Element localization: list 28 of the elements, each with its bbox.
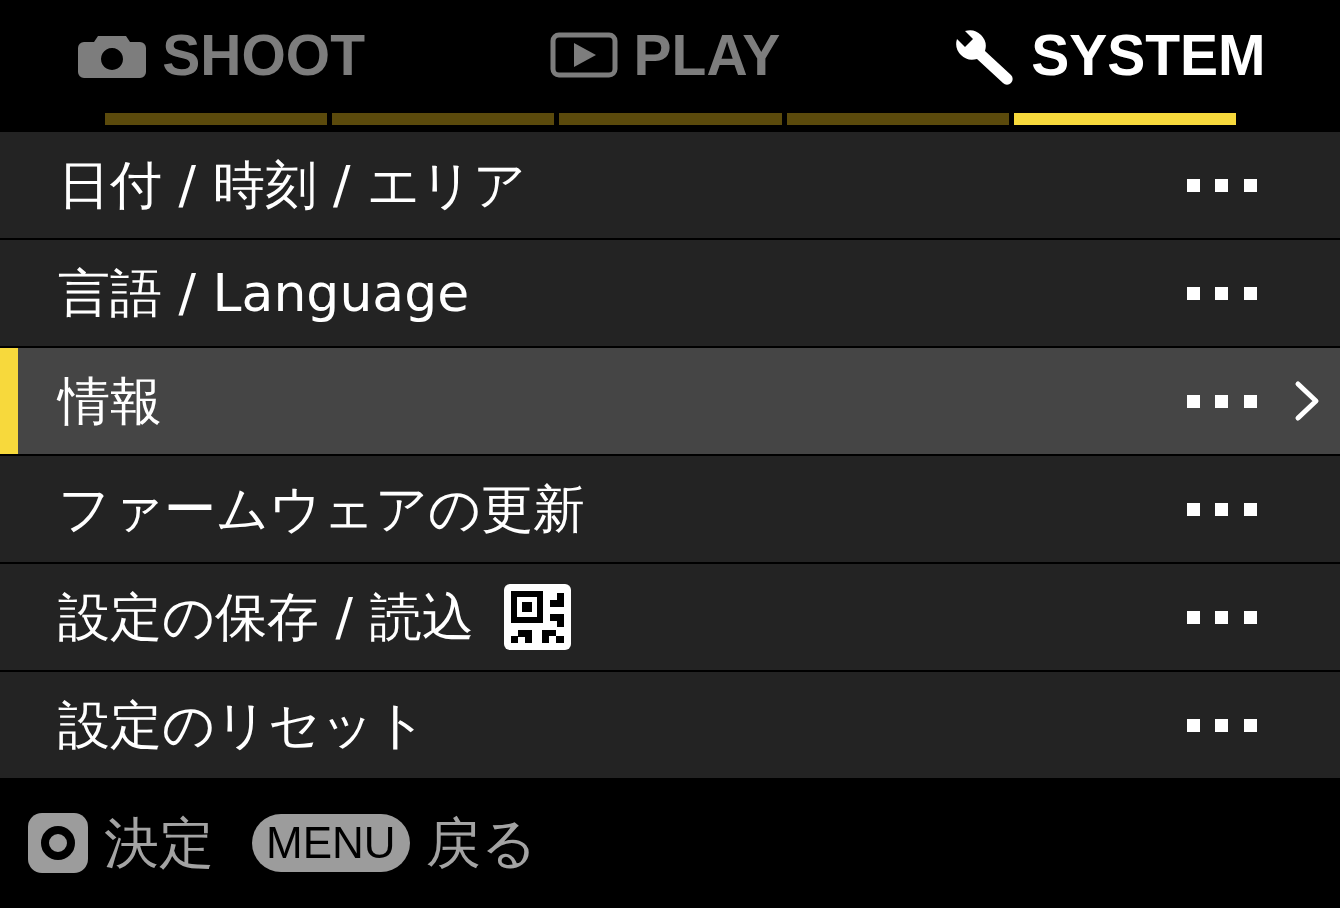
menu-row[interactable]: 言語 / Language <box>0 240 1340 346</box>
menu-key: MENU <box>252 814 410 872</box>
dots-icon <box>1187 610 1257 624</box>
menu-item-label: 設定の保存 / 読込 <box>58 585 474 649</box>
hint-label: 戻る <box>425 810 537 876</box>
menu-tab[interactable]: PLAY <box>545 24 785 86</box>
dots-icon <box>1187 502 1257 516</box>
chevron-right-icon <box>1294 380 1320 422</box>
dots-icon <box>1187 718 1257 732</box>
hint-label: 決定 <box>104 810 214 876</box>
play-icon <box>549 32 618 78</box>
dots-icon <box>1187 286 1257 300</box>
menu-row[interactable]: 設定のリセット <box>0 672 1340 778</box>
menu-tab[interactable]: SHOOT <box>74 24 369 86</box>
menu-row[interactable]: ファームウェアの更新 <box>0 456 1340 562</box>
menu-item-label: ファームウェアの更新 <box>58 477 585 541</box>
menu-item-label: 日付 / 時刻 / エリア <box>58 153 527 217</box>
dots-icon <box>1187 178 1257 192</box>
dots-icon <box>1187 394 1257 408</box>
menu-row[interactable]: 日付 / 時刻 / エリア <box>0 132 1340 238</box>
menu-item-label: 設定のリセット <box>58 693 427 757</box>
menu-tab[interactable]: SYSTEM <box>947 24 1270 86</box>
qr-code-icon <box>503 584 571 650</box>
menu-item-label: 情報 <box>58 369 162 433</box>
menu-row[interactable]: 設定の保存 / 読込 <box>0 564 1340 670</box>
round-key-icon <box>28 813 88 873</box>
menu-row[interactable]: 情報 <box>0 348 1340 454</box>
menu-item-label: 言語 / Language <box>58 261 470 325</box>
